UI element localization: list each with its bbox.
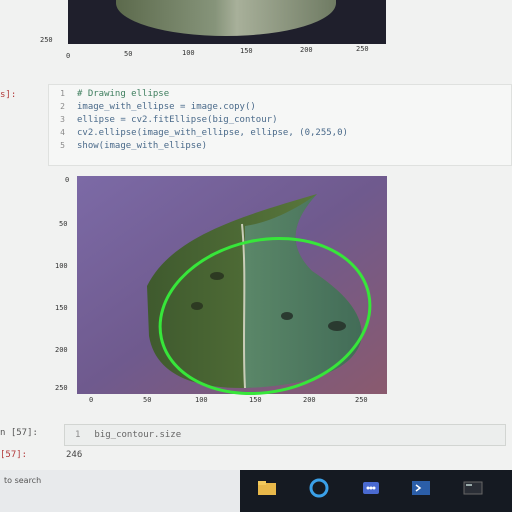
powershell-icon[interactable] (410, 478, 432, 498)
leaf-spot (210, 272, 224, 280)
line-number: 3 (60, 115, 65, 124)
leaf-spot (191, 302, 203, 310)
code-line: ellipse = cv2.fitEllipse(big_contour) (77, 115, 278, 125)
x-tick: 250 (355, 396, 368, 404)
y-tick: 200 (55, 346, 68, 354)
search-placeholder: to search (4, 476, 42, 485)
x-tick: 100 (182, 49, 195, 57)
line-number: 2 (60, 102, 65, 111)
jupyter-notebook-screen: 250 0 50 100 150 200 250 s]: 1 2 3 4 5 #… (0, 0, 512, 512)
code-line: 1 big_contour.size (75, 430, 182, 440)
x-tick: 250 (356, 45, 369, 53)
previous-figure: 250 0 50 100 150 200 250 (0, 0, 512, 70)
cell-prompt: s]: (0, 90, 17, 100)
x-tick: 100 (195, 396, 208, 404)
code-cell[interactable]: 1 2 3 4 5 # Drawing ellipse image_with_e… (48, 84, 512, 166)
file-explorer-icon[interactable] (256, 478, 278, 498)
x-tick: 0 (89, 396, 94, 404)
teams-icon[interactable] (360, 478, 382, 498)
y-tick: 0 (65, 176, 70, 184)
leaf-spot (281, 312, 293, 320)
y-tick: 50 (59, 220, 68, 228)
line-number: 5 (60, 141, 65, 150)
next-cell: n [57]: 1 big_contour.size [57]: 246 (0, 420, 512, 470)
input-prompt: n [57]: (0, 428, 38, 438)
line-number-gutter: 1 2 3 4 5 (51, 89, 65, 154)
code-editor[interactable]: # Drawing ellipse image_with_ellipse = i… (77, 89, 348, 154)
code-line: # Drawing ellipse (77, 89, 170, 99)
leaf-image-partial (116, 0, 336, 36)
x-tick: 200 (300, 46, 313, 54)
output-figure: 0 50 100 150 200 250 0 50 100 150 200 25… (55, 170, 395, 410)
code-cell-input[interactable]: 1 big_contour.size (64, 424, 506, 446)
y-tick: 100 (55, 262, 68, 270)
code-line: show(image_with_ellipse) (77, 141, 208, 151)
line-number: 1 (60, 89, 65, 98)
code-line: image_with_ellipse = image.copy() (77, 102, 256, 112)
leaf-with-ellipse-image (77, 176, 387, 396)
x-tick: 50 (143, 396, 152, 404)
leaf-spot (328, 321, 346, 331)
x-tick: 0 (66, 52, 71, 60)
output-prompt: [57]: (0, 450, 28, 460)
y-tick: 250 (55, 384, 68, 392)
x-tick: 50 (124, 50, 133, 58)
output-value: 246 (66, 450, 83, 460)
line-number: 4 (60, 128, 65, 137)
taskbar-search-box[interactable]: to search (0, 470, 240, 512)
y-tick: 250 (40, 36, 53, 44)
y-tick: 150 (55, 304, 68, 312)
code-line: cv2.ellipse(image_with_ellipse, ellipse,… (77, 128, 348, 138)
x-tick: 200 (303, 396, 316, 404)
terminal-icon[interactable] (462, 478, 484, 498)
edge-icon[interactable] (308, 478, 330, 498)
previous-figure-image (68, 0, 386, 44)
x-tick: 150 (240, 47, 253, 55)
windows-taskbar: to search (0, 470, 512, 512)
x-tick: 150 (249, 396, 262, 404)
